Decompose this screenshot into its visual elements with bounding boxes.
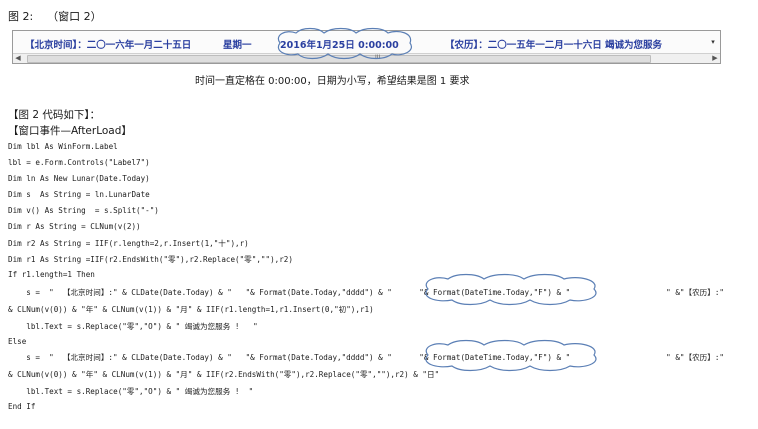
figure-title: 图 2: （窗口 2） [8, 10, 102, 23]
code-line-11: & CLNum(v(0)) & "年" & CLNum(v(1)) & "月" … [8, 305, 374, 314]
dropdown-arrow-icon[interactable]: ▾ [708, 37, 718, 47]
code-line-2: lbl = e.Form.Controls("Label7") [8, 158, 150, 167]
code-line-3: Dim ln As New Lunar(Date.Today) [8, 174, 150, 183]
code-line-17: End If [8, 402, 36, 411]
code-line-9: If r1.length=1 Then [8, 270, 95, 279]
code-highlight-cloud-1 [425, 273, 597, 306]
code-line-5: Dim v() As String = s.Split("-") [8, 206, 159, 215]
code-line-14: s = " 【北京时间】:" & CLDate(Date.Today) & " … [8, 353, 724, 362]
code-line-6: Dim r As String = CLNum(v(2)) [8, 222, 141, 231]
code-line-8: Dim r1 As String =IIF(r2.EndsWith("零"),r… [8, 255, 293, 264]
code-line-1: Dim lbl As WinForm.Label [8, 142, 118, 151]
lunar-label: 【农历】：二〇一五年一二月一十六日 竭诚为您服务 [445, 40, 663, 51]
code-line-7: Dim r2 As String = IIF(r.length=2,r.Inse… [8, 239, 249, 248]
result-note: 时间一直定格在 0:00:00，日期为小写，希望结果是图 1 要求 [195, 76, 470, 87]
event-heading: 【窗口事件—AfterLoad】 [8, 125, 132, 137]
code-heading: 【图 2 代码如下】： [8, 109, 101, 121]
code-line-13: Else [8, 337, 27, 346]
beijing-time-label: 【北京时间】：二〇一六年一月二十五日 [25, 40, 192, 51]
code-highlight-cloud-2 [425, 339, 597, 372]
code-line-10: s = " 【北京时间】:" & CLDate(Date.Today) & " … [8, 288, 724, 297]
code-line-15: & CLNum(v(0)) & "年" & CLNum(v(1)) & "月" … [8, 370, 440, 379]
scroll-right-icon[interactable]: ▶ [710, 54, 720, 63]
scroll-left-icon[interactable]: ◀ [13, 54, 23, 63]
code-line-16: lbl.Text = s.Replace("零","O") & " 竭诚为您服务… [8, 387, 254, 396]
code-line-4: Dim s As String = ln.LunarDate [8, 190, 150, 199]
datetime-highlight-cloud [277, 27, 412, 60]
weekday-label: 星期一 [223, 40, 252, 51]
code-line-12: lbl.Text = s.Replace("零","O") & " 竭诚为您服务… [8, 322, 258, 331]
